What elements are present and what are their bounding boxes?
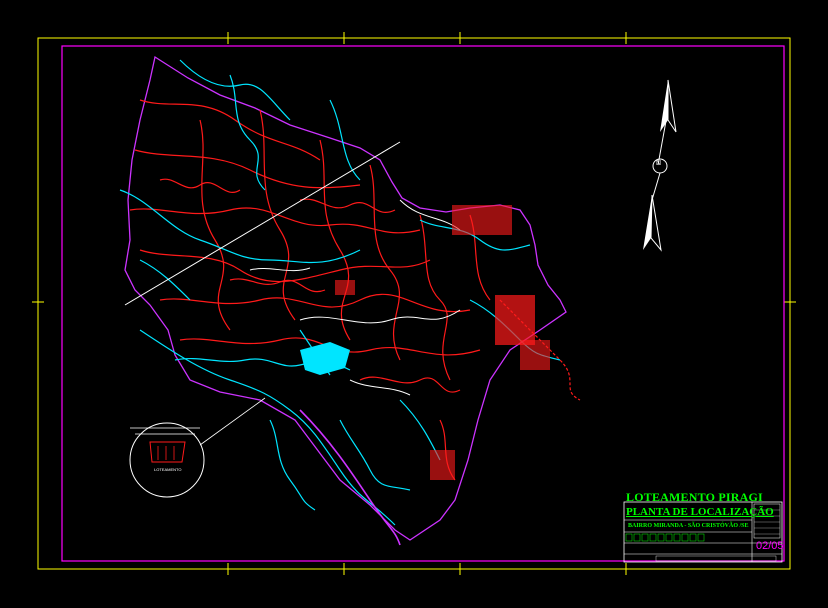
sheet-number: 02/05 — [756, 540, 784, 552]
location-text: BAIRRO MIRANDA - SÃO CRISTÓVÃO /SE — [628, 523, 749, 529]
urban-blocks — [335, 205, 550, 480]
inset-detail — [129, 397, 266, 498]
inner-border — [61, 45, 785, 562]
north-label: N — [656, 160, 662, 167]
project-title: LOTEAMENTO PIRAGI — [626, 490, 763, 504]
water-patch — [300, 342, 350, 375]
highway — [299, 409, 401, 546]
sheet-title: PLANTA DE LOCALIZAÇÃO — [626, 506, 774, 518]
white-paths — [124, 141, 461, 396]
inset-label: LOTEAMENTO — [154, 467, 182, 472]
